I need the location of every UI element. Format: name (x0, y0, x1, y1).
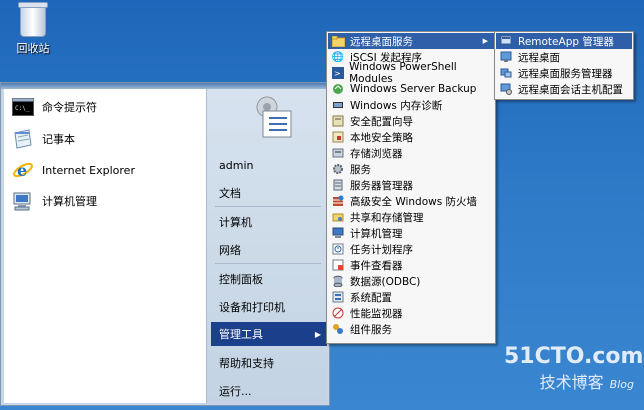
menu-item-remote-desktop[interactable]: 远程桌面 (496, 49, 632, 65)
system-config-icon (331, 290, 345, 304)
recycle-bin-icon (18, 2, 48, 37)
notepad-icon (10, 128, 36, 150)
watermark-logo: 51CTO.com (504, 344, 644, 369)
user-picture (247, 93, 295, 141)
menu-item-share-storage[interactable]: 共享和存储管理 (328, 209, 494, 225)
start-menu-pinned-list: C:\_ 命令提示符 记事本 e Internet Explorer 计算机管理 (4, 89, 207, 403)
backup-icon (331, 82, 345, 96)
server-manager-icon (331, 178, 345, 192)
menu-item-firewall[interactable]: 高级安全 Windows 防火墙 (328, 193, 494, 209)
pinned-item-label: 记事本 (42, 133, 75, 146)
recycle-bin-label: 回收站 (16, 42, 50, 55)
task-scheduler-icon (331, 242, 345, 256)
pinned-item-notepad[interactable]: 记事本 (10, 125, 204, 153)
svg-text:e: e (17, 161, 27, 180)
pinned-item-label: 计算机管理 (42, 195, 97, 208)
pinned-item-ie[interactable]: e Internet Explorer (10, 156, 204, 184)
menu-item-rdsh-config[interactable]: 远程桌面会话主机配置 (496, 81, 632, 97)
svg-text:C:\_: C:\_ (15, 105, 30, 112)
menu-item-services[interactable]: 服务 (328, 161, 494, 177)
storage-explorer-icon (331, 146, 345, 160)
start-control-panel[interactable]: 控制面板 (211, 267, 327, 291)
start-run[interactable]: 运行... (211, 379, 327, 403)
share-storage-icon (331, 210, 345, 224)
menu-item-security-wizard[interactable]: 安全配置向导 (328, 113, 494, 129)
menu-item-server-manager[interactable]: 服务器管理器 (328, 177, 494, 193)
menu-item-system-config[interactable]: 系统配置 (328, 289, 494, 305)
performance-monitor-icon (331, 306, 345, 320)
cmd-icon: C:\_ (10, 96, 36, 118)
watermark-subtitle: 技术博客 (539, 373, 604, 392)
firewall-icon (331, 194, 345, 208)
menu-item-backup[interactable]: Windows Server Backup (328, 81, 494, 97)
folder-icon (331, 34, 345, 48)
menu-item-performance-monitor[interactable]: 性能监视器 (328, 305, 494, 321)
menu-item-storage-explorer[interactable]: 存储浏览器 (328, 145, 494, 161)
menu-item-rds[interactable]: 远程桌面服务 ▶ (328, 33, 494, 49)
svg-text:>: > (334, 69, 341, 78)
memory-icon (331, 98, 345, 112)
computer-management-icon (331, 226, 345, 240)
start-devices-printers[interactable]: 设备和打印机 (211, 295, 327, 319)
pinned-item-label: Internet Explorer (42, 163, 135, 177)
component-services-icon (331, 322, 345, 336)
security-wizard-icon (331, 114, 345, 128)
services-icon (331, 162, 345, 176)
start-user-name[interactable]: admin (211, 153, 327, 177)
chevron-right-icon: ▶ (314, 329, 321, 339)
rds-manager-icon (499, 66, 513, 80)
event-viewer-icon (331, 258, 345, 272)
iscsi-icon: 🌐 (331, 51, 345, 63)
menu-item-security-policy[interactable]: 本地安全策略 (328, 129, 494, 145)
menu-item-remoteapp-manager[interactable]: RemoteApp 管理器 (496, 33, 632, 49)
menu-item-memory[interactable]: Windows 内存诊断 (328, 97, 494, 113)
start-help-support[interactable]: 帮助和支持 (211, 351, 327, 375)
powershell-icon: > (331, 66, 344, 80)
watermark-blog: Blog (609, 378, 634, 391)
watermark: 51CTO.com 技术博客 Blog (504, 344, 644, 404)
start-network[interactable]: 网络 (211, 238, 327, 262)
recycle-bin[interactable]: 回收站 (10, 2, 56, 56)
start-admin-tools[interactable]: 管理工具 ▶ (211, 322, 327, 346)
start-menu-right-column: admin 文档 计算机 网络 控制面板 设备和打印机 管理工具 ▶ 帮助和支持… (207, 89, 327, 403)
rds-menu: RemoteApp 管理器 远程桌面 远程桌面服务管理器 远程桌面会话主机配置 (494, 31, 634, 100)
start-computer[interactable]: 计算机 (211, 210, 327, 234)
remoteapp-icon (499, 34, 513, 48)
start-documents[interactable]: 文档 (211, 181, 327, 205)
admin-tools-menu: 远程桌面服务 ▶ 🌐 iSCSI 发起程序 > Windows PowerShe… (326, 31, 496, 344)
chevron-right-icon: ▶ (482, 37, 488, 45)
pinned-item-computer-management[interactable]: 计算机管理 (10, 187, 204, 215)
menu-item-powershell[interactable]: > Windows PowerShell Modules (328, 61, 494, 85)
menu-item-event-viewer[interactable]: 事件查看器 (328, 257, 494, 273)
pinned-item-cmd[interactable]: C:\_ 命令提示符 (10, 93, 204, 121)
computer-management-icon (10, 190, 36, 212)
pinned-item-label: 命令提示符 (42, 101, 97, 114)
menu-item-component-services[interactable]: 组件服务 (328, 321, 494, 337)
menu-item-rds-manager[interactable]: 远程桌面服务管理器 (496, 65, 632, 81)
menu-item-computer-management[interactable]: 计算机管理 (328, 225, 494, 241)
menu-item-task-scheduler[interactable]: 任务计划程序 (328, 241, 494, 257)
rdsh-config-icon (499, 82, 513, 96)
security-policy-icon (331, 130, 345, 144)
start-menu: C:\_ 命令提示符 记事本 e Internet Explorer 计算机管理 (0, 82, 330, 406)
ie-icon: e (10, 159, 36, 181)
menu-item-odbc[interactable]: 数据源(ODBC) (328, 273, 494, 289)
odbc-icon (331, 274, 345, 288)
remote-desktop-icon (499, 50, 513, 64)
